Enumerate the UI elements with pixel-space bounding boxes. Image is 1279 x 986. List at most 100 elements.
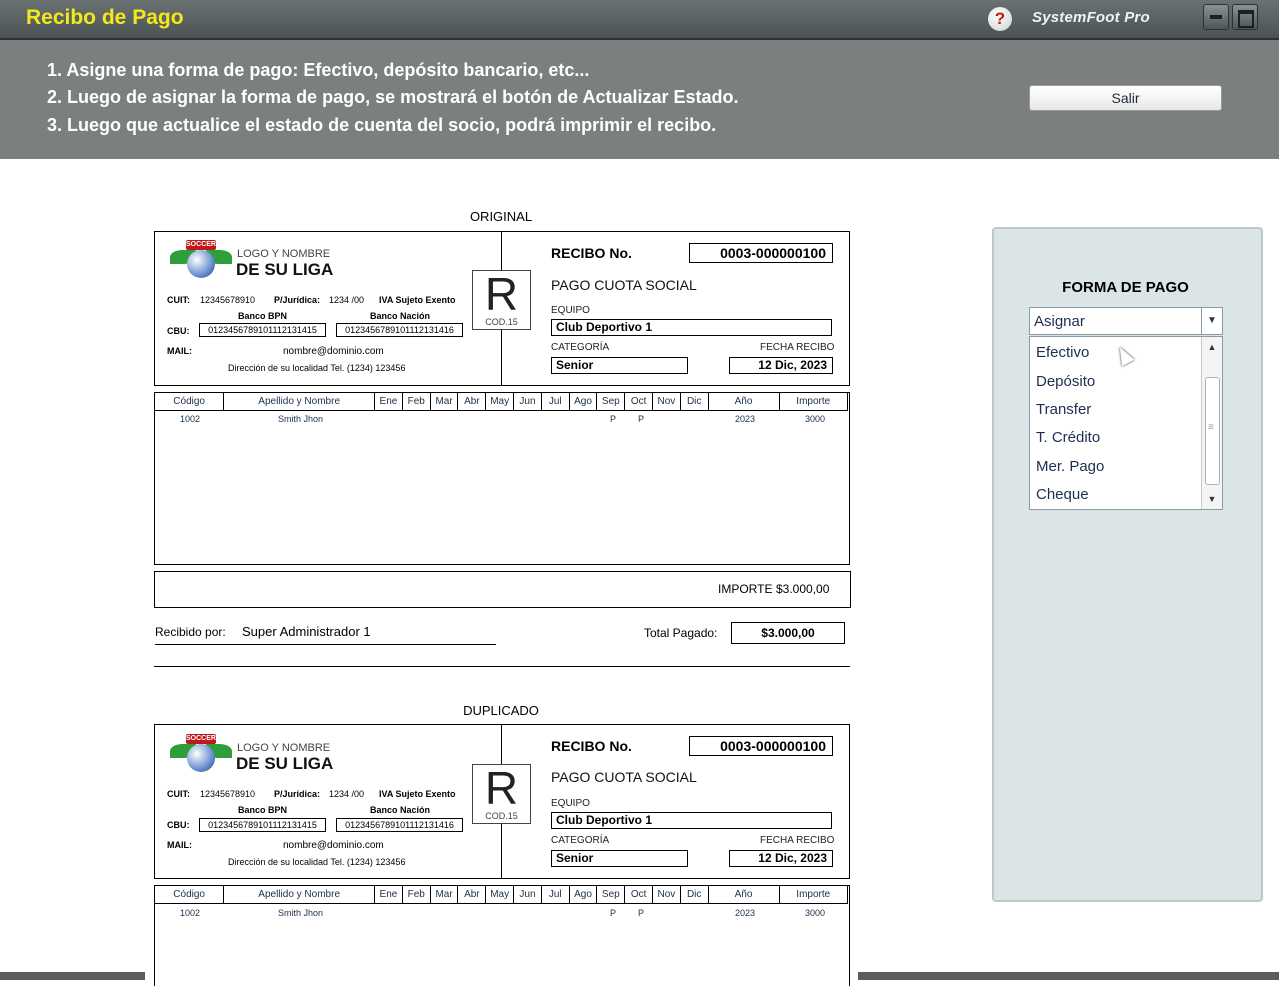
dup-logo-line1: LOGO Y NOMBRE <box>237 742 331 754</box>
concept-label: PAGO CUOTA SOCIAL <box>551 277 697 293</box>
copy-label-duplicado: DUPLICADO <box>463 703 539 718</box>
dup-col-mar: Mar <box>429 885 459 904</box>
col-mar: Mar <box>429 392 459 411</box>
bottom-bar-right <box>858 972 1279 980</box>
dup-col-dic: Dic <box>679 885 709 904</box>
logo-line2: DE SU LIGA <box>236 260 334 279</box>
logo-ball-icon <box>187 250 215 278</box>
row-importe: 3000 <box>805 414 826 424</box>
dropdown-scrollbar[interactable]: ▲ ▼ <box>1201 337 1222 509</box>
recibido-value: Super Administrador 1 <box>242 624 371 639</box>
col-may: May <box>485 392 515 411</box>
dup-col-nov: Nov <box>651 885 681 904</box>
instruction-step-2: 2. Luego de asignar la forma de pago, se… <box>47 87 739 107</box>
scroll-up-icon[interactable]: ▲ <box>1204 339 1220 355</box>
col-feb: Feb <box>401 392 431 411</box>
dup-cbu-label: CBU: <box>167 820 190 830</box>
categoria-label: CATEGORÍA <box>551 342 610 353</box>
scroll-thumb[interactable] <box>1205 377 1220 485</box>
forma-pago-select[interactable]: Asignar ▼ <box>1029 307 1223 335</box>
dup-col-may: May <box>485 885 515 904</box>
option-t-credito[interactable]: T. Crédito <box>1036 429 1100 446</box>
dup-receipt-type-code: COD.15 <box>485 811 518 821</box>
dup-logo-badge: SOCCER <box>186 734 216 744</box>
dup-equipo-label: EQUIPO <box>551 798 590 809</box>
dup-receipt-type-letter: R <box>484 762 519 814</box>
fecha-value: 12 Dic, 2023 <box>729 357 833 374</box>
scroll-down-icon[interactable]: ▼ <box>1204 491 1220 507</box>
dup-cuit-value: 12345678910 <box>200 789 256 799</box>
cbu1-value: 0123456789101112131415 <box>199 323 326 337</box>
dup-pj-label: P/Jurídica: <box>274 789 321 799</box>
dup-col-nombre: Apellido y Nombre <box>223 885 376 904</box>
dup-row-codigo: 1002 <box>180 908 201 918</box>
dup-detail-table-header: Código Apellido y Nombre Ene Feb Mar Abr… <box>153 885 849 904</box>
dup-row-importe: 3000 <box>805 908 826 918</box>
dup-logo-line2: DE SU LIGA <box>236 754 334 773</box>
iva-status: IVA Sujeto Exento <box>379 295 456 305</box>
col-ene: Ene <box>374 392 403 411</box>
brand-logo: SystemFoot Pro <box>1032 9 1150 26</box>
dup-cbu1-value: 0123456789101112131415 <box>199 818 326 832</box>
bank2-label: Banco Nación <box>370 311 431 321</box>
col-codigo: Código <box>153 392 225 411</box>
salir-button[interactable]: Salir <box>1029 85 1222 111</box>
dup-col-sep: Sep <box>596 885 626 904</box>
col-sep: Sep <box>596 392 626 411</box>
bottom-bar-left <box>0 972 145 980</box>
dup-row-oct: P <box>638 908 645 918</box>
dup-fecha-label: FECHA RECIBO <box>760 835 835 846</box>
minimize-icon[interactable] <box>1203 4 1229 30</box>
instruction-step-3: 3. Luego que actualice el estado de cuen… <box>47 115 717 135</box>
row-nombre: Smith Jhon <box>278 414 324 424</box>
maximize-icon[interactable] <box>1232 4 1258 30</box>
col-nov: Nov <box>651 392 681 411</box>
row-sep: P <box>610 414 617 424</box>
help-icon[interactable]: ? <box>988 7 1012 31</box>
mail-value: nombre@dominio.com <box>283 346 384 357</box>
chevron-down-icon[interactable]: ▼ <box>1201 308 1222 334</box>
option-efectivo[interactable]: Efectivo <box>1036 344 1089 361</box>
dup-fecha-value: 12 Dic, 2023 <box>729 850 833 867</box>
dup-col-ago: Ago <box>568 885 598 904</box>
fecha-label: FECHA RECIBO <box>760 342 835 353</box>
dup-mail-value: nombre@dominio.com <box>283 840 384 851</box>
col-oct: Oct <box>624 392 653 411</box>
dup-col-ene: Ene <box>374 885 403 904</box>
address-line: Dirección de su localidad Tel. (1234) 12… <box>228 363 406 373</box>
dup-address-line: Dirección de su localidad Tel. (1234) 12… <box>228 857 406 867</box>
pj-label: P/Jurídica: <box>274 295 321 305</box>
row-anio: 2023 <box>735 414 756 424</box>
option-transfer[interactable]: Transfer <box>1036 401 1091 418</box>
pj-value: 1234 /00 <box>329 295 365 305</box>
option-deposito[interactable]: Depósito <box>1036 373 1095 390</box>
dup-categoria-label: CATEGORÍA <box>551 835 610 846</box>
option-mer-pago[interactable]: Mer. Pago <box>1036 458 1104 475</box>
cbu2-value: 0123456789101112131416 <box>336 323 463 337</box>
recibo-number: 0003-000000100 <box>689 243 833 263</box>
dup-categoria-value: Senior <box>551 850 688 867</box>
dup-recibo-number: 0003-000000100 <box>689 736 833 756</box>
dup-mail-label: MAIL: <box>167 840 192 850</box>
cuit-label: CUIT: <box>167 295 190 305</box>
option-cheque[interactable]: Cheque <box>1036 486 1089 503</box>
total-value: $3.000,00 <box>731 622 845 644</box>
receipt-separator <box>154 666 850 667</box>
dup-iva-status: IVA Sujeto Exento <box>379 789 456 799</box>
recibo-label: RECIBO No. <box>551 245 632 261</box>
dup-col-jul: Jul <box>540 885 570 904</box>
dup-pj-value: 1234 /00 <box>329 789 365 799</box>
recibido-line <box>155 644 496 645</box>
row-oct: P <box>638 414 645 424</box>
dup-receipt-type-box: R COD.15 <box>472 764 531 824</box>
cuit-value: 12345678910 <box>200 295 256 305</box>
receipt-type-letter: R <box>484 268 519 320</box>
dup-row-nombre: Smith Jhon <box>278 908 324 918</box>
copy-label-original: ORIGINAL <box>469 209 533 224</box>
dup-col-jun: Jun <box>513 885 542 904</box>
recibido-label: Recibido por: <box>155 625 226 639</box>
dup-col-oct: Oct <box>624 885 653 904</box>
dup-col-codigo: Código <box>153 885 225 904</box>
forma-pago-selected: Asignar <box>1034 313 1085 330</box>
col-jun: Jun <box>513 392 542 411</box>
